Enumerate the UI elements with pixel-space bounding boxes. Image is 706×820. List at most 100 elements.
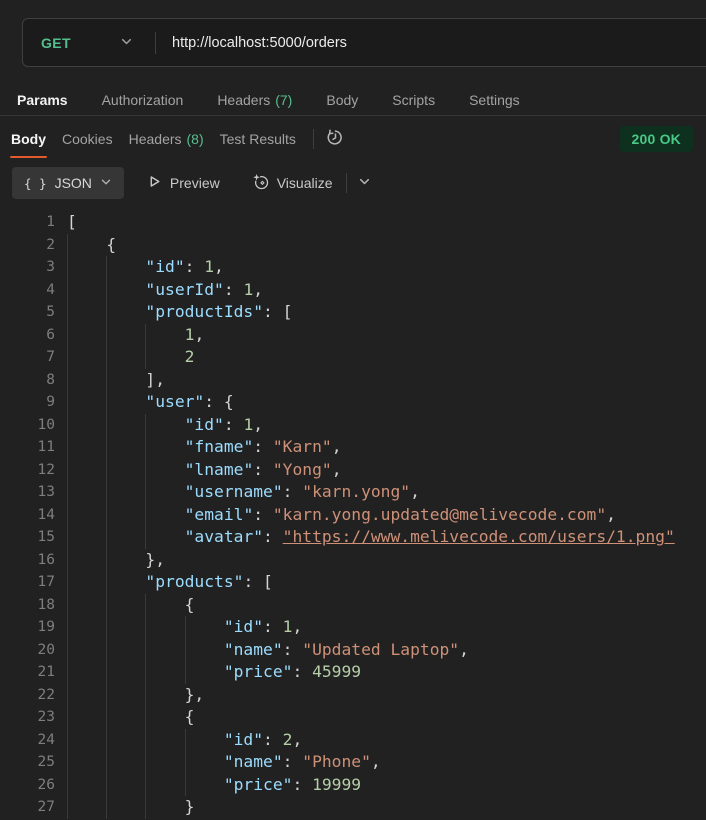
indent-guide: [145, 503, 147, 526]
indent-guide: [106, 436, 108, 459]
url-input[interactable]: http://localhost:5000/orders: [156, 35, 347, 51]
response-body-editor[interactable]: 1 [ 2 { 3 "id": 1, 4 "userId": 1, 5 "pro…: [0, 209, 706, 820]
code-content: "price": 19999: [67, 773, 706, 796]
line-number: 18: [37, 596, 55, 613]
code-content: },: [67, 548, 706, 571]
history-icon: [326, 128, 345, 150]
format-label: JSON: [54, 175, 92, 191]
code-content: "username": "karn.yong",: [67, 481, 706, 504]
tab-label: Settings: [469, 91, 520, 108]
code-content: {: [67, 706, 706, 729]
indent-guide: [106, 526, 108, 549]
visualize-label: Visualize: [276, 175, 333, 191]
response-tab-body[interactable]: Body: [3, 120, 54, 158]
indent-guide: [67, 616, 68, 639]
code-line: 26 "price": 19999: [0, 773, 706, 796]
code-content: "name": "Phone",: [67, 751, 706, 774]
code-content: "lname": "Yong",: [67, 458, 706, 481]
request-tab-scripts[interactable]: Scripts: [375, 84, 452, 115]
response-tab-test-results[interactable]: Test Results: [212, 120, 304, 158]
indent-guide: [145, 526, 147, 549]
line-number: 16: [37, 551, 55, 568]
indent-guide: [145, 458, 147, 481]
response-tab-headers[interactable]: Headers (8): [121, 120, 212, 158]
indent-guide: [67, 503, 68, 526]
sparkle-icon: [252, 173, 269, 193]
code-content: "productIds": [: [67, 301, 706, 324]
indent-guide: [106, 728, 108, 751]
indent-guide: [67, 256, 68, 279]
code-line: 8 ],: [0, 368, 706, 391]
line-number: 12: [37, 461, 55, 478]
indent-guide: [67, 481, 68, 504]
indent-guide: [145, 593, 147, 616]
indent-guide: [184, 728, 186, 751]
indent-guide: [106, 278, 108, 301]
indent-guide: [145, 728, 147, 751]
status-badge[interactable]: 200 OK: [619, 126, 693, 152]
indent-guide: [67, 548, 68, 571]
code-content: "id": 1,: [67, 256, 706, 279]
code-content: "userId": 1,: [67, 278, 706, 301]
code-line: 27 }: [0, 796, 706, 819]
response-tab-cookies[interactable]: Cookies: [54, 120, 121, 158]
line-number: 24: [37, 731, 55, 748]
request-tabs: Params Authorization Headers (7) Body Sc…: [0, 84, 706, 116]
request-tab-params[interactable]: Params: [0, 84, 85, 115]
code-content: "id": 2,: [67, 728, 706, 751]
code-line: 7 2: [0, 346, 706, 369]
code-line: 25 "name": "Phone",: [0, 751, 706, 774]
indent-guide: [106, 751, 108, 774]
indent-guide: [67, 773, 68, 796]
indent-guide: [106, 773, 108, 796]
code-content: "price": 45999: [67, 661, 706, 684]
chevron-down-icon: [120, 35, 133, 51]
format-dropdown[interactable]: { } JSON: [12, 167, 124, 199]
line-number: 13: [37, 484, 55, 500]
braces-icon: { }: [24, 175, 47, 191]
request-tab-authorization[interactable]: Authorization: [85, 84, 201, 115]
indent-guide: [67, 706, 68, 729]
response-header: Body Cookies Headers (8) Test Results 20…: [0, 120, 706, 158]
line-number: 8: [46, 371, 55, 388]
indent-guide: [145, 683, 147, 706]
method-selector[interactable]: GET: [23, 35, 133, 51]
preview-button[interactable]: Preview: [147, 174, 220, 192]
indent-guide: [67, 323, 68, 346]
response-toolbar: { } JSON Preview Visualize: [12, 167, 694, 199]
indent-guide: [106, 661, 108, 684]
indent-guide: [145, 706, 147, 729]
indent-guide: [106, 683, 108, 706]
request-tab-body[interactable]: Body: [309, 84, 375, 115]
code-line: 17 "products": [: [0, 571, 706, 594]
divider: [312, 129, 314, 149]
code-line: 14 "email": "karn.yong.updated@melivecod…: [0, 503, 706, 526]
request-tab-headers[interactable]: Headers (7): [200, 84, 309, 115]
visualize-button[interactable]: Visualize: [252, 173, 333, 193]
indent-guide: [67, 458, 68, 481]
tab-count: (7): [275, 91, 293, 108]
indent-guide: [67, 593, 68, 616]
code-content: }: [67, 796, 706, 819]
tab-label: Body: [326, 91, 359, 108]
more-options-button[interactable]: [356, 173, 373, 193]
tab-label: Headers: [217, 91, 271, 108]
indent-guide: [184, 751, 186, 774]
code-content: "fname": "Karn",: [67, 436, 706, 459]
code-content: "user": {: [67, 391, 706, 414]
indent-guide: [106, 571, 108, 594]
indent-guide: [67, 683, 68, 706]
tab-label: Cookies: [62, 131, 113, 147]
tab-label: Authorization: [101, 91, 184, 108]
code-line: 10 "id": 1,: [0, 413, 706, 436]
tab-label: Params: [17, 91, 68, 108]
line-number: 4: [46, 281, 55, 298]
request-tab-settings[interactable]: Settings: [452, 84, 537, 115]
indent-guide: [106, 256, 108, 279]
indent-guide: [67, 526, 68, 549]
history-button[interactable]: [324, 126, 347, 152]
indent-guide: [106, 638, 108, 661]
indent-guide: [184, 616, 186, 639]
code-content: 1,: [67, 323, 706, 346]
indent-guide: [106, 548, 108, 571]
